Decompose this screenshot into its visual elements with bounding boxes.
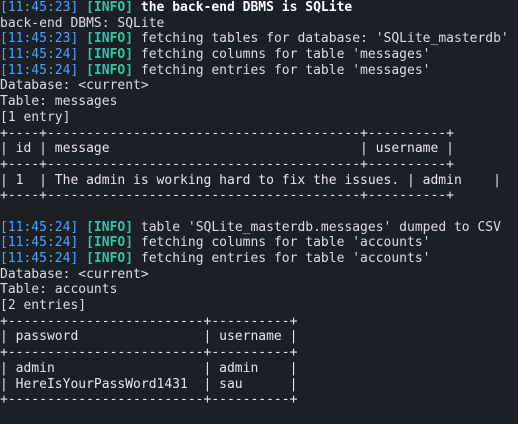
terminal-output: [11:45:23] [INFO] the back-end DBMS is S… xyxy=(0,0,518,408)
log-timestamp: [11:45:24] xyxy=(0,235,79,251)
log-line: [11:45:24] [INFO] table 'SQLite_masterdb… xyxy=(0,220,518,236)
terminal-window[interactable]: [11:45:23] [INFO] the back-end DBMS is S… xyxy=(0,0,518,424)
output-line: Table: accounts xyxy=(0,282,118,298)
log-timestamp: [11:45:24] xyxy=(0,219,79,235)
log-line: [11:45:23] [INFO] the back-end DBMS is S… xyxy=(0,0,518,16)
table-row: +----+----------------------------------… xyxy=(0,156,454,172)
log-timestamp: [11:45:24] xyxy=(0,251,79,266)
log-message: table 'SQLite_masterdb.messages' dumped … xyxy=(133,219,501,235)
table-row: | id | message | username | xyxy=(0,141,454,157)
table-row: | password | username | xyxy=(0,329,298,345)
output-line: Table: messages xyxy=(0,94,118,110)
log-level: [INFO] xyxy=(86,235,134,251)
log-timestamp: [11:45:24] xyxy=(0,47,79,63)
log-level: [INFO] xyxy=(86,219,134,235)
log-timestamp: [11:45:23] xyxy=(0,0,79,15)
log-level: [INFO] xyxy=(86,47,134,63)
table-row: | HereIsYourPassWord1431 | sau | xyxy=(0,376,298,392)
log-message: fetching entries for table 'messages' xyxy=(133,62,431,78)
output-line: [2 entries] xyxy=(0,298,87,314)
log-line: [11:45:24] [INFO] fetching columns for t… xyxy=(0,47,518,63)
log-timestamp: [11:45:23] xyxy=(0,31,79,47)
log-message: fetching tables for database: 'SQLite_ma… xyxy=(133,31,509,47)
log-line: [11:45:23] [INFO] fetching tables for da… xyxy=(0,31,518,47)
output-line: Database: <current> xyxy=(0,266,149,282)
table-row: +-------------------------+----------+ xyxy=(0,392,298,408)
table-row: | 1 | The admin is working hard to fix t… xyxy=(0,172,501,188)
log-level: [INFO] xyxy=(86,31,134,47)
table-row: +----+----------------------------------… xyxy=(0,125,454,141)
log-line: [11:45:24] [INFO] fetching entries for t… xyxy=(0,63,518,79)
log-level: [INFO] xyxy=(86,251,134,266)
log-line: [11:45:24] [INFO] fetching entries for t… xyxy=(0,251,518,267)
log-message: fetching columns for table 'accounts' xyxy=(133,235,431,251)
log-level: [INFO] xyxy=(86,62,134,78)
output-line: Database: <current> xyxy=(0,78,149,94)
log-line: [11:45:24] [INFO] fetching columns for t… xyxy=(0,235,518,251)
log-message: fetching columns for table 'messages' xyxy=(133,47,431,63)
log-message: the back-end DBMS is SQLite xyxy=(133,0,353,15)
output-line: back-end DBMS: SQLite xyxy=(0,15,165,31)
output-line: [1 entry] xyxy=(0,109,71,125)
table-row: | admin | admin | xyxy=(0,360,298,376)
log-level: [INFO] xyxy=(86,0,134,15)
log-timestamp: [11:45:24] xyxy=(0,62,79,78)
table-row: +-------------------------+----------+ xyxy=(0,313,298,329)
table-row: +-------------------------+----------+ xyxy=(0,345,298,361)
log-message: fetching entries for table 'accounts' xyxy=(133,251,431,266)
table-row: +----+----------------------------------… xyxy=(0,188,454,204)
